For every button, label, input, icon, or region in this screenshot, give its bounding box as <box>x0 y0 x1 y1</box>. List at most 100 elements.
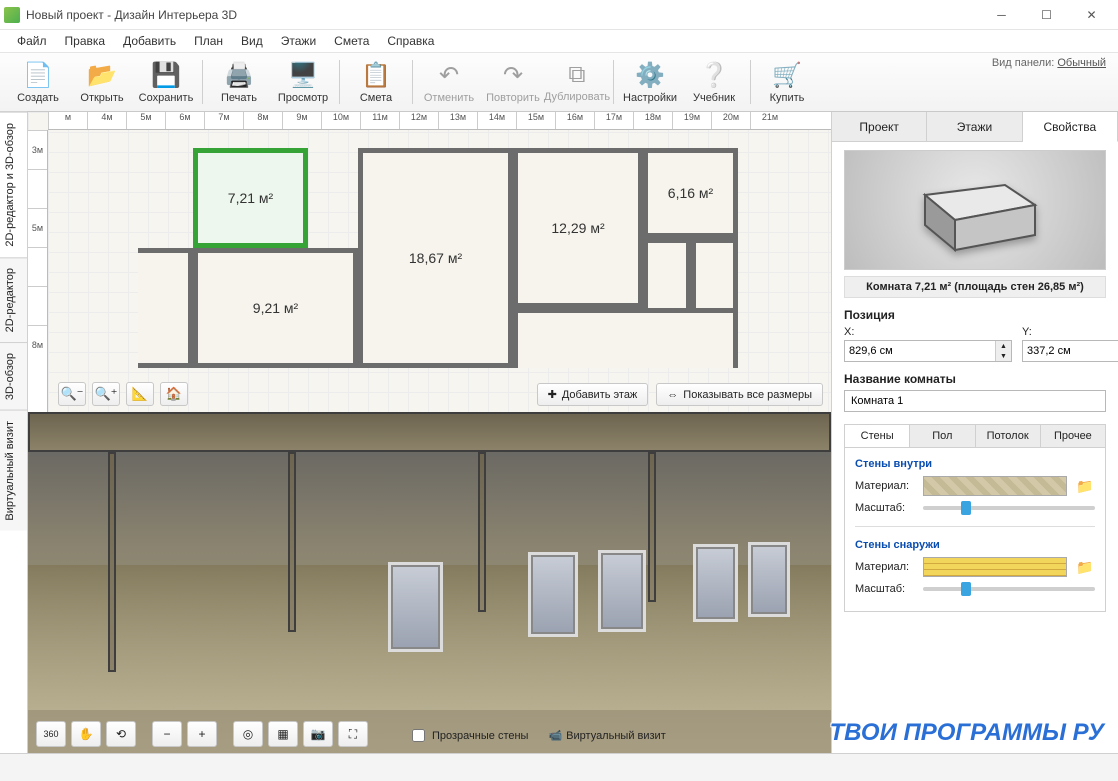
vtab-2d-3d[interactable]: 2D-редактор и 3D-обзор <box>0 112 27 257</box>
material-subtabs: Стены Пол Потолок Прочее <box>844 424 1106 447</box>
monitor-icon: 🖥️ <box>288 61 318 90</box>
target-icon: ◎ <box>243 727 253 741</box>
plan-toolbar: 🔍⁻ 🔍⁺ 📐 🏠 <box>58 382 188 406</box>
room-area-label: 18,67 м² <box>409 250 462 266</box>
room-selected: 7,21 м² <box>193 148 308 248</box>
inner-material-swatch[interactable] <box>923 476 1067 496</box>
room-name-header: Название комнаты <box>844 372 1106 386</box>
minimize-button[interactable]: ─ <box>979 1 1024 29</box>
tb-tutorial[interactable]: ❔Учебник <box>682 54 746 110</box>
maximize-button[interactable]: ☐ <box>1024 1 1069 29</box>
pan-button[interactable]: ✋ <box>71 721 101 747</box>
vtab-2d[interactable]: 2D-редактор <box>0 257 27 342</box>
menu-view[interactable]: Вид <box>232 32 272 50</box>
room-area-label: 9,21 м² <box>253 300 298 316</box>
tb-open[interactable]: 📂Открыть <box>70 54 134 110</box>
panel-mode-link[interactable]: Обычный <box>1057 57 1106 69</box>
walls-inner-header: Стены внутри <box>855 458 1095 470</box>
inner-scale-slider[interactable] <box>923 506 1095 510</box>
add-floor-button[interactable]: ✚Добавить этаж <box>537 383 649 406</box>
zoom-in-3d-button[interactable]: + <box>187 721 217 747</box>
menu-bar: Файл Правка Добавить План Вид Этажи Смет… <box>0 30 1118 52</box>
y-label: Y: <box>1022 326 1118 338</box>
tb-create[interactable]: 📄Создать <box>6 54 70 110</box>
title-bar: Новый проект - Дизайн Интерьера 3D ─ ☐ ✕ <box>0 0 1118 30</box>
tb-redo[interactable]: ↷Повторить <box>481 54 545 110</box>
folder-open-icon: 📂 <box>87 61 117 90</box>
ruler-icon: 📐 <box>132 386 148 402</box>
tb-estimate[interactable]: 📋Смета <box>344 54 408 110</box>
redo-icon: ↷ <box>503 61 523 90</box>
duplicate-icon: ⧉ <box>568 61 585 89</box>
rotate-button[interactable]: ⟲ <box>106 721 136 747</box>
floorplan[interactable]: 7,21 м² 9,21 м² 18,67 м² 12,29 м² 6,16 м… <box>138 148 738 378</box>
tb-save[interactable]: 💾Сохранить <box>134 54 198 110</box>
scale-label: Масштаб: <box>855 583 915 595</box>
clipboard-icon: 📋 <box>361 61 391 90</box>
cart-icon: 🛒 <box>772 61 802 90</box>
room-area-label: 12,29 м² <box>551 220 604 236</box>
help-icon: ❔ <box>699 61 729 90</box>
position-header: Позиция <box>844 308 1106 322</box>
room-name-input[interactable] <box>844 390 1106 412</box>
vtab-virtual[interactable]: Виртуальный визит <box>0 410 27 531</box>
menu-estimate[interactable]: Смета <box>325 32 378 50</box>
camera-button[interactable]: 📷 <box>303 721 333 747</box>
material-label: Материал: <box>855 480 915 492</box>
app-icon <box>4 7 20 23</box>
zoom-in-icon: 🔍⁺ <box>94 386 117 402</box>
target-button[interactable]: ◎ <box>233 721 263 747</box>
plan-2d-area[interactable]: м4м5м6м7м8м9м10м11м12м13м14м15м16м17м18м… <box>28 112 831 412</box>
subtab-floor[interactable]: Пол <box>910 425 975 447</box>
tab-floors[interactable]: Этажи <box>927 112 1022 141</box>
tb-duplicate[interactable]: ⧉Дублировать <box>545 54 609 110</box>
tb-print[interactable]: 🖨️Печать <box>207 54 271 110</box>
menu-floors[interactable]: Этажи <box>272 32 325 50</box>
home-button[interactable]: 🏠 <box>160 382 188 406</box>
x-input[interactable]: ▲▼ <box>844 340 1012 362</box>
plus-icon: ✚ <box>548 388 557 401</box>
grid-button[interactable]: ▦ <box>268 721 298 747</box>
menu-file[interactable]: Файл <box>8 32 56 50</box>
tb-settings[interactable]: ⚙️Настройки <box>618 54 682 110</box>
ruler-horizontal: м4м5м6м7м8м9м10м11м12м13м14м15м16м17м18м… <box>48 112 831 130</box>
menu-help[interactable]: Справка <box>378 32 443 50</box>
tab-properties[interactable]: Свойства <box>1023 112 1118 142</box>
tb-undo[interactable]: ↶Отменить <box>417 54 481 110</box>
main-toolbar: 📄Создать 📂Открыть 💾Сохранить 🖨️Печать 🖥️… <box>0 52 1118 112</box>
vtab-3d[interactable]: 3D-обзор <box>0 342 27 410</box>
ruler-vertical: 3м5м8м <box>28 130 48 412</box>
hand-icon: ✋ <box>79 727 94 741</box>
browse-inner-material-button[interactable]: 📁 <box>1075 477 1095 495</box>
zoom-in-button[interactable]: 🔍⁺ <box>92 382 120 406</box>
transparent-walls-checkbox[interactable]: Прозрачные стены <box>408 726 528 745</box>
new-file-icon: 📄 <box>23 61 53 90</box>
menu-add[interactable]: Добавить <box>114 32 185 50</box>
tab-project[interactable]: Проект <box>832 112 927 141</box>
close-button[interactable]: ✕ <box>1069 1 1114 29</box>
save-icon: 💾 <box>151 61 181 90</box>
zoom-in-icon: + <box>198 727 205 741</box>
zoom-out-icon: − <box>163 727 170 741</box>
tb-preview[interactable]: 🖥️Просмотр <box>271 54 335 110</box>
zoom-out-3d-button[interactable]: − <box>152 721 182 747</box>
menu-plan[interactable]: План <box>185 32 232 50</box>
browse-outer-material-button[interactable]: 📁 <box>1075 558 1095 576</box>
zoom-out-button[interactable]: 🔍⁻ <box>58 382 86 406</box>
outer-scale-slider[interactable] <box>923 587 1095 591</box>
plan-actions: ✚Добавить этаж ⇔Показывать все размеры <box>537 383 823 406</box>
subtab-other[interactable]: Прочее <box>1041 425 1105 447</box>
tb-buy[interactable]: 🛒Купить <box>755 54 819 110</box>
status-bar <box>0 753 1118 781</box>
virtual-visit-button[interactable]: 📹Виртуальный визит <box>548 729 665 742</box>
outer-material-swatch[interactable] <box>923 557 1067 577</box>
y-input[interactable]: ▲▼ <box>1022 340 1118 362</box>
menu-edit[interactable]: Правка <box>56 32 115 50</box>
show-dimensions-button[interactable]: ⇔Показывать все размеры <box>656 383 823 406</box>
subtab-ceiling[interactable]: Потолок <box>976 425 1041 447</box>
render-3d-area[interactable]: 360 ✋ ⟲ − + ◎ ▦ 📷 ⛶ Прозрачные стены 📹Ви… <box>28 412 831 753</box>
subtab-walls[interactable]: Стены <box>845 425 910 447</box>
fullscreen-button[interactable]: ⛶ <box>338 721 368 747</box>
orbit-button[interactable]: 360 <box>36 721 66 747</box>
measure-button[interactable]: 📐 <box>126 382 154 406</box>
